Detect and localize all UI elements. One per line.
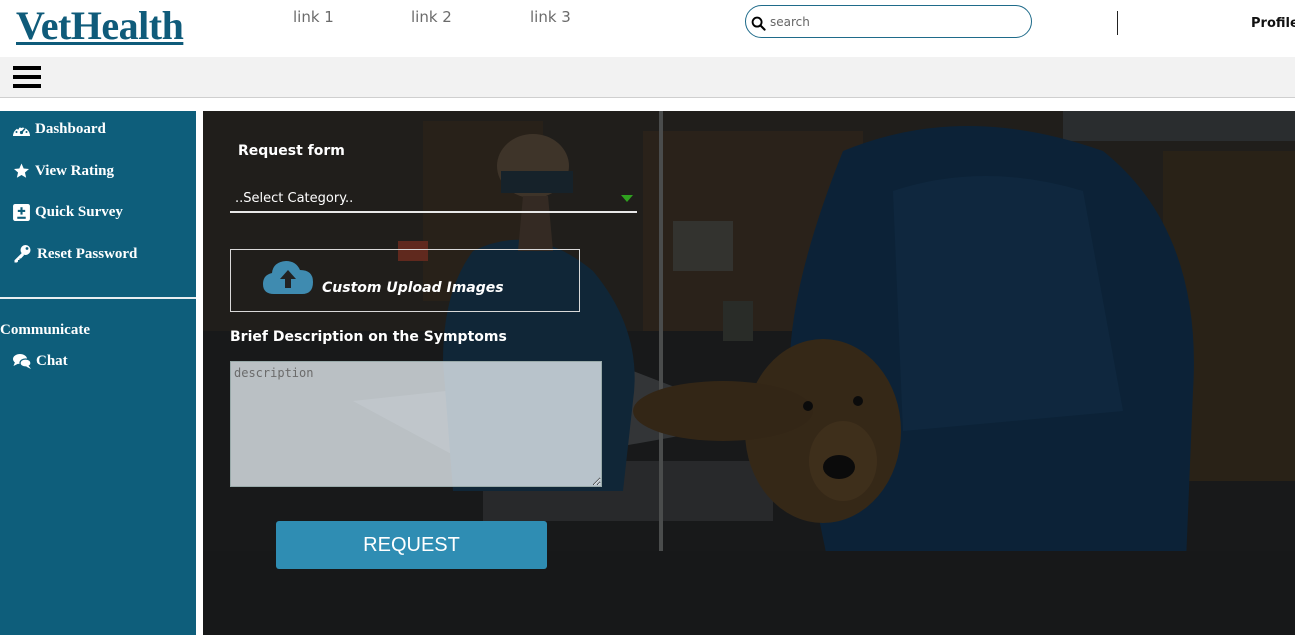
sidebar: Dashboard View Rating Quick Survey Reset…: [0, 111, 196, 635]
description-textarea[interactable]: [230, 361, 602, 487]
search-box[interactable]: [745, 5, 1032, 38]
category-selected-value: ..Select Category..: [235, 191, 354, 206]
survey-icon: [13, 204, 30, 221]
navbar-divider: [1117, 11, 1118, 35]
dropdown-arrow-icon[interactable]: [621, 195, 633, 202]
nav-link-1[interactable]: link 1: [293, 8, 334, 26]
hamburger-menu-icon[interactable]: [13, 66, 41, 88]
sidebar-item-label: View Rating: [35, 162, 115, 179]
sidebar-item-label: Dashboard: [35, 121, 106, 137]
brand-logo[interactable]: VetHealth: [16, 2, 184, 49]
sidebar-item-dashboard[interactable]: Dashboard: [12, 121, 106, 138]
sidebar-item-view-rating[interactable]: View Rating: [12, 162, 114, 180]
upload-images-button[interactable]: Custom Upload Images: [230, 249, 580, 312]
key-icon: [14, 245, 31, 263]
sidebar-section-heading: Communicate: [0, 322, 90, 338]
sidebar-item-label: Quick Survey: [35, 204, 123, 220]
top-navbar: VetHealth link 1 link 2 link 3 Profile: [0, 0, 1295, 57]
sidebar-item-reset-password[interactable]: Reset Password: [12, 244, 137, 264]
nav-link-2[interactable]: link 2: [411, 8, 452, 26]
sidebar-divider: [0, 297, 196, 299]
toolbar: [0, 57, 1295, 98]
search-input[interactable]: [770, 11, 1020, 33]
search-icon[interactable]: [751, 16, 766, 31]
profile-link[interactable]: Profile: [1251, 16, 1295, 31]
star-icon: [14, 163, 29, 178]
sidebar-item-chat[interactable]: Chat: [12, 353, 68, 370]
chat-icon: [13, 354, 32, 369]
sidebar-item-quick-survey[interactable]: Quick Survey: [12, 203, 123, 222]
request-button[interactable]: REQUEST: [276, 521, 547, 569]
dashboard-icon: [13, 125, 30, 136]
category-select[interactable]: ..Select Category..: [230, 183, 637, 213]
upload-label: Custom Upload Images: [322, 280, 504, 296]
cloud-upload-icon: [263, 261, 313, 294]
nav-link-3[interactable]: link 3: [530, 8, 571, 26]
form-title: Request form: [238, 143, 345, 159]
main-content: Request form ..Select Category.. Custom …: [203, 111, 1295, 635]
sidebar-item-label: Chat: [36, 353, 68, 369]
sidebar-item-label: Reset Password: [37, 245, 138, 262]
description-label: Brief Description on the Symptoms: [230, 329, 507, 345]
